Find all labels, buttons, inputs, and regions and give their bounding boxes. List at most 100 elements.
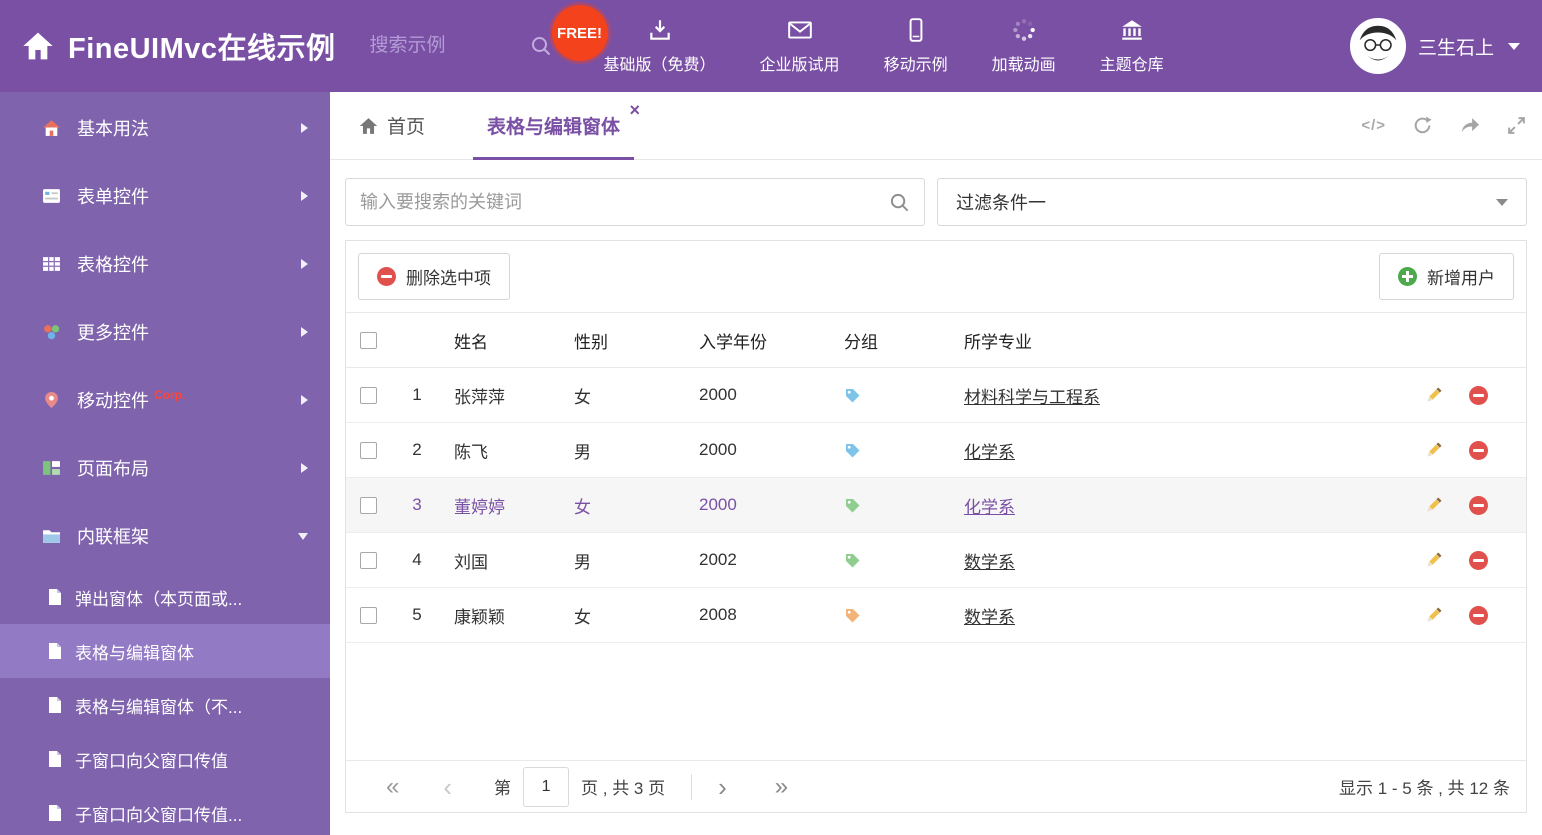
share-icon[interactable] <box>1459 115 1480 136</box>
sidebar-subitem-grid-edit-window[interactable]: 表格与编辑窗体 <box>0 624 330 678</box>
cell-name: 董婷婷 <box>454 497 505 517</box>
edit-icon[interactable] <box>1424 386 1443 405</box>
row-index: 3 <box>412 495 422 514</box>
sidebar-item-grid-controls[interactable]: 表格控件 <box>0 230 330 298</box>
delete-icon[interactable] <box>1469 495 1488 515</box>
source-code-icon[interactable]: </> <box>1361 117 1386 134</box>
sidebar-item-mobile-controls[interactable]: 移动控件 Corp. <box>0 366 330 434</box>
search-icon[interactable] <box>889 192 910 213</box>
sidebar-subitem-child-to-parent[interactable]: 子窗口向父窗口传值 <box>0 732 330 786</box>
next-page-icon[interactable]: › <box>718 774 727 800</box>
pagination-bar: « ‹ 第 页 , 共 3 页 › » 显示 1 - 5 条 , 共 12 条 <box>346 760 1526 812</box>
widgets-icon <box>42 323 62 341</box>
column-header-name[interactable]: 姓名 <box>434 328 554 353</box>
delete-icon[interactable] <box>1469 605 1488 625</box>
table-row[interactable]: 1 张萍萍 女 2000 材料科学与工程系 <box>346 368 1526 423</box>
column-header-gender[interactable]: 性别 <box>554 328 679 353</box>
sidebar-subitem-popup-window[interactable]: 弹出窗体（本页面或... <box>0 570 330 624</box>
row-checkbox[interactable] <box>360 441 377 459</box>
chevron-right-icon <box>301 463 308 473</box>
keyword-search-box <box>345 178 925 226</box>
major-link[interactable]: 材料科学与工程系 <box>964 388 1100 407</box>
column-header-year[interactable]: 入学年份 <box>679 328 824 353</box>
filter-row: 过滤条件一 <box>345 178 1527 226</box>
envelope-icon <box>787 17 813 43</box>
tab-bar: 首页 表格与编辑窗体 × </> <box>330 92 1542 160</box>
cell-gender: 女 <box>574 497 591 517</box>
edit-icon[interactable] <box>1424 551 1443 570</box>
nav-enterprise-trial[interactable]: 企业版试用 <box>760 17 840 75</box>
sidebar-item-basic-usage[interactable]: 基本用法 <box>0 94 330 162</box>
plus-circle-icon <box>1398 267 1417 286</box>
chevron-down-icon <box>1508 42 1520 50</box>
record-summary: 显示 1 - 5 条 , 共 12 条 <box>1339 779 1510 798</box>
delete-icon[interactable] <box>1469 550 1488 570</box>
delete-icon[interactable] <box>1469 385 1488 405</box>
row-checkbox[interactable] <box>360 386 377 404</box>
cell-gender: 男 <box>574 552 591 572</box>
refresh-icon[interactable] <box>1412 115 1433 136</box>
search-icon[interactable] <box>530 35 552 57</box>
row-checkbox[interactable] <box>360 496 377 514</box>
major-link[interactable]: 化学系 <box>964 443 1015 462</box>
chevron-right-icon <box>301 395 308 405</box>
page-suffix: 页 , 共 3 页 <box>581 779 666 798</box>
major-link[interactable]: 数学系 <box>964 553 1015 572</box>
top-nav: FREE! 基础版（免费） 企业版试用 移动示例 加载动画 主题仓库 <box>551 5 1164 75</box>
sidebar-item-more-controls[interactable]: 更多控件 <box>0 298 330 366</box>
delete-icon[interactable] <box>1469 440 1488 460</box>
column-header-group[interactable]: 分组 <box>824 328 944 353</box>
main-content: 首页 表格与编辑窗体 × </> 输入要搜索的关键词 过滤条件一 删除选中项 新… <box>330 92 1542 835</box>
sidebar-item-form-controls[interactable]: 表单控件 <box>0 162 330 230</box>
cell-name: 刘国 <box>454 552 488 572</box>
sidebar-subitem-child-to-parent-2[interactable]: 子窗口向父窗口传值... <box>0 786 330 835</box>
column-header-major[interactable]: 所学专业 <box>944 328 1376 353</box>
major-link[interactable]: 化学系 <box>964 498 1015 517</box>
major-link[interactable]: 数学系 <box>964 608 1015 627</box>
table-header: 姓名 性别 入学年份 分组 所学专业 <box>346 312 1526 368</box>
filter-dropdown[interactable]: 过滤条件一 <box>937 178 1527 226</box>
row-checkbox[interactable] <box>360 606 377 624</box>
tag-icon <box>846 608 860 622</box>
expand-icon[interactable] <box>1506 115 1527 136</box>
grid-icon <box>42 255 62 273</box>
tab-home[interactable]: 首页 <box>345 92 439 159</box>
add-user-button[interactable]: 新增用户 <box>1379 253 1514 300</box>
table-row-selected[interactable]: 3 董婷婷 女 2000 化学系 <box>346 478 1526 533</box>
sidebar: 基本用法 表单控件 表格控件 更多控件 移动控件 Corp. 页面布局 内联框架… <box>0 92 330 835</box>
table-row[interactable]: 4 刘国 男 2002 数学系 <box>346 533 1526 588</box>
prev-page-icon[interactable]: ‹ <box>443 774 452 800</box>
last-page-icon[interactable]: » <box>775 774 788 799</box>
tab-grid-edit-window[interactable]: 表格与编辑窗体 × <box>473 92 640 160</box>
app-brand[interactable]: FineUIMvc在线示例 <box>22 25 336 67</box>
tab-close-icon[interactable]: × <box>630 101 641 119</box>
nav-mobile-demo[interactable]: 移动示例 <box>884 17 948 75</box>
table-row[interactable]: 2 陈飞 男 2000 化学系 <box>346 423 1526 478</box>
nav-theme-repo[interactable]: 主题仓库 <box>1100 17 1164 75</box>
free-badge: FREE! <box>551 5 608 61</box>
edit-icon[interactable] <box>1424 441 1443 460</box>
sidebar-item-page-layout[interactable]: 页面布局 <box>0 434 330 502</box>
chevron-right-icon <box>301 259 308 269</box>
cell-name: 张萍萍 <box>454 387 505 407</box>
top-search-input[interactable] <box>369 35 520 57</box>
nav-basic-edition[interactable]: FREE! 基础版（免费） <box>551 5 716 75</box>
user-menu[interactable]: 三生石上 <box>1349 18 1520 74</box>
keyword-search-input[interactable] <box>360 191 889 213</box>
table-row[interactable]: 5 康颖颖 女 2008 数学系 <box>346 588 1526 643</box>
cell-gender: 男 <box>574 442 591 462</box>
page-number-input[interactable] <box>523 766 570 807</box>
first-page-icon[interactable]: « <box>386 774 399 799</box>
cell-year: 2000 <box>699 495 737 514</box>
delete-selected-button[interactable]: 删除选中项 <box>358 253 510 300</box>
select-all-checkbox[interactable] <box>360 331 377 349</box>
edit-icon[interactable] <box>1424 496 1443 515</box>
sidebar-item-inline-frame[interactable]: 内联框架 <box>0 502 330 570</box>
file-icon <box>48 697 62 713</box>
cell-year: 2000 <box>699 440 737 459</box>
nav-loading-animation[interactable]: 加载动画 <box>992 17 1056 75</box>
row-index: 4 <box>412 550 422 569</box>
sidebar-subitem-grid-edit-window-no[interactable]: 表格与编辑窗体（不... <box>0 678 330 732</box>
row-checkbox[interactable] <box>360 551 377 569</box>
edit-icon[interactable] <box>1424 606 1443 625</box>
